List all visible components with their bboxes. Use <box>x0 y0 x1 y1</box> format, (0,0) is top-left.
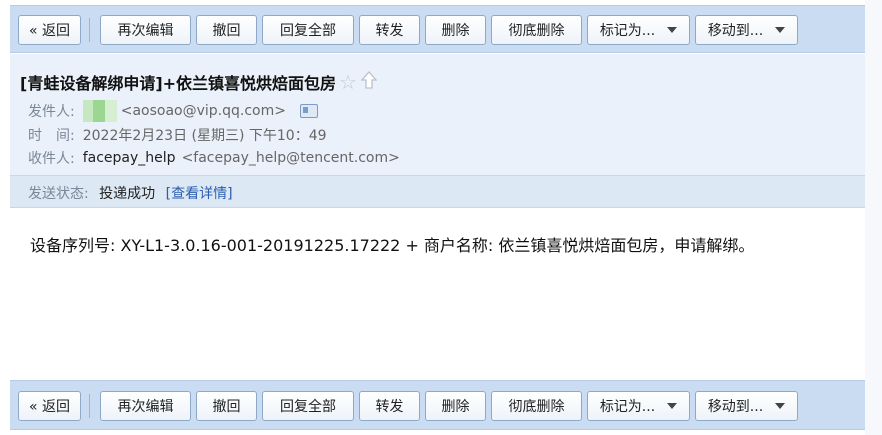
delete-button[interactable]: 删除 <box>425 391 486 421</box>
avatar <box>82 100 117 122</box>
toolbar-divider <box>89 394 90 418</box>
sender-email[interactable]: <aosoao@vip.qq.com> <box>121 103 286 119</box>
delete-permanently-button[interactable]: 彻底删除 <box>491 15 582 45</box>
email-subject: [青蛙设备解绑申请]+依兰镇喜悦烘焙面包房 <box>20 74 337 93</box>
delete-permanently-button[interactable]: 彻底删除 <box>491 391 582 421</box>
reply-all-button[interactable]: 回复全部 <box>262 15 354 45</box>
chevron-down-icon <box>775 403 786 409</box>
chevron-down-icon <box>775 27 786 33</box>
bottom-toolbar: « 返回 再次编辑 撤回 回复全部 转发 删除 彻底删除 标记为... 移动到.… <box>10 380 865 430</box>
delivery-status-row: 发送状态: 投递成功 [查看详情] <box>28 183 233 203</box>
time-label: 时 间: <box>28 128 75 144</box>
contact-card-icon[interactable] <box>299 104 318 118</box>
mark-as-label: 标记为... <box>599 399 656 415</box>
right-scroll-rail <box>865 0 882 435</box>
move-to-label: 移动到... <box>707 399 764 415</box>
sender-row: 发件人: <aosoao@vip.qq.com> <box>28 100 318 122</box>
recipient-email[interactable]: <facepay_help@tencent.com> <box>182 150 400 166</box>
move-to-dropdown[interactable]: 移动到... <box>695 391 798 421</box>
delete-button[interactable]: 删除 <box>425 15 486 45</box>
star-icon[interactable]: ☆ <box>339 70 357 94</box>
mark-as-label: 标记为... <box>599 23 656 39</box>
edit-again-button[interactable]: 再次编辑 <box>100 391 191 421</box>
chevron-down-icon <box>667 27 678 33</box>
move-to-dropdown[interactable]: 移动到... <box>695 15 798 45</box>
status-value: 投递成功 <box>99 186 156 202</box>
recall-button[interactable]: 撤回 <box>196 15 257 45</box>
edit-again-button[interactable]: 再次编辑 <box>100 15 191 45</box>
email-subject-row: [青蛙设备解绑申请]+依兰镇喜悦烘焙面包房 ☆ <box>20 70 378 94</box>
priority-arrow-icon[interactable] <box>360 71 378 93</box>
email-body: 设备序列号: XY-L1-3.0.16-001-20191225.17222 +… <box>30 236 755 255</box>
move-to-label: 移动到... <box>707 23 764 39</box>
top-toolbar: « 返回 再次编辑 撤回 回复全部 转发 删除 彻底删除 标记为... 移动到.… <box>10 5 865 53</box>
sender-label: 发件人: <box>28 104 75 120</box>
reply-all-button[interactable]: 回复全部 <box>262 391 354 421</box>
mark-as-dropdown[interactable]: 标记为... <box>587 15 690 45</box>
recall-button[interactable]: 撤回 <box>196 391 257 421</box>
recipient-name[interactable]: facepay_help <box>83 150 176 166</box>
recipient-row: 收件人: facepay_help <facepay_help@tencent.… <box>28 148 400 168</box>
time-row: 时 间: 2022年2月23日 (星期三) 下午10：49 <box>28 125 327 145</box>
time-value: 2022年2月23日 (星期三) 下午10：49 <box>82 128 327 144</box>
forward-button[interactable]: 转发 <box>359 391 420 421</box>
forward-button[interactable]: 转发 <box>359 15 420 45</box>
recipient-label: 收件人: <box>28 151 75 167</box>
mark-as-dropdown[interactable]: 标记为... <box>587 391 690 421</box>
chevron-down-icon <box>667 403 678 409</box>
status-label: 发送状态: <box>28 186 89 202</box>
back-button[interactable]: « 返回 <box>18 15 81 45</box>
back-button[interactable]: « 返回 <box>18 391 81 421</box>
toolbar-divider <box>89 18 90 42</box>
view-details-link[interactable]: [查看详情] <box>166 186 233 202</box>
